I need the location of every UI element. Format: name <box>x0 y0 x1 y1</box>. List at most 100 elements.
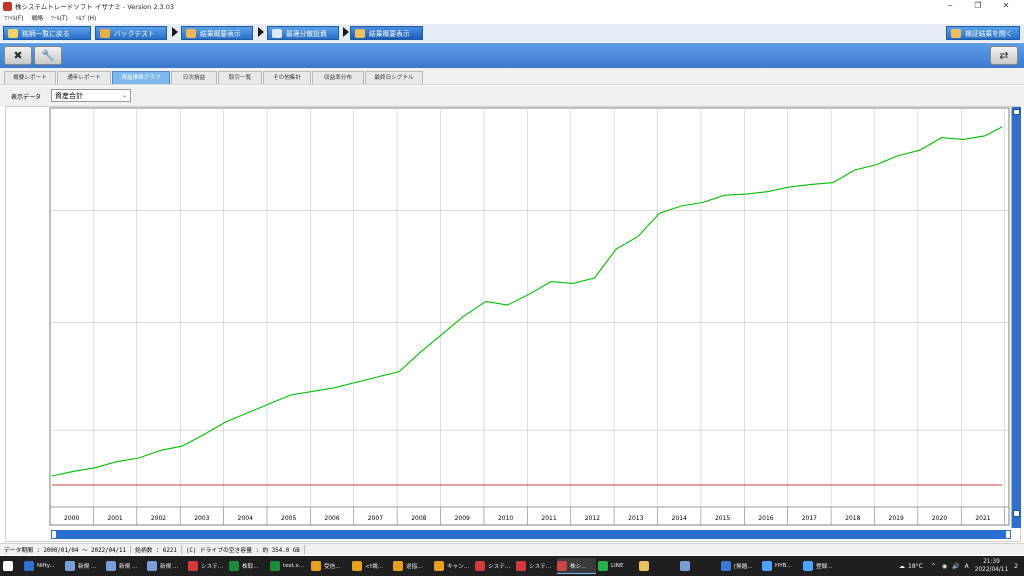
app-icon <box>229 561 239 571</box>
vertical-scrollbar[interactable] <box>1011 107 1021 528</box>
x-tick-label: 2002 <box>151 515 166 522</box>
clock[interactable]: 21:39 2022/04/11 <box>975 558 1008 574</box>
taskbar-item[interactable]: Nifty... <box>24 558 63 574</box>
taskbar-item[interactable]: [無題... <box>721 558 760 574</box>
export-button[interactable]: ⇄ <box>990 46 1018 65</box>
nav-tab-label: 結果概要表示 <box>200 30 241 38</box>
app-icon <box>434 561 444 571</box>
taskbar-item-label: キャン... <box>447 564 470 570</box>
menu-bar: ﾌｧｲﾙ(F) 戦略 ﾂｰﾙ(T) ﾍﾙﾌﾟ(H) <box>0 12 1024 23</box>
taskbar-item[interactable]: 株取... <box>229 558 268 574</box>
nav-tab-back-to-list[interactable]: 銘柄一覧に戻る <box>3 26 91 40</box>
taskbar-item[interactable] <box>680 558 719 574</box>
app-icon <box>639 561 649 571</box>
taskbar-item-label: 株取... <box>242 564 259 570</box>
notification-badge[interactable]: 2 <box>1014 563 1018 570</box>
app-icon <box>352 561 362 571</box>
chart-icon <box>355 29 365 38</box>
menu-strategy[interactable]: 戦略 <box>27 13 47 22</box>
x-tick-label: 2001 <box>107 515 122 522</box>
taskbar-item[interactable]: 登録... <box>803 558 842 574</box>
start-button[interactable] <box>3 558 19 574</box>
close-file-button[interactable]: ✖ <box>4 46 32 65</box>
x-tick-label: 2011 <box>541 515 556 522</box>
taskbar-item-label: 逆指... <box>406 564 423 570</box>
taskbar-item[interactable]: システ... <box>188 558 227 574</box>
app-icon <box>270 561 280 571</box>
app-icon <box>147 561 157 571</box>
nav-tab-result-summary-active[interactable]: 結果概要表示 <box>350 26 423 40</box>
restore-button[interactable]: ❐ <box>964 0 992 12</box>
taskbar-item[interactable]: キャン... <box>434 558 473 574</box>
taskbar-item[interactable]: 新規 ... <box>147 558 186 574</box>
taskbar-item[interactable] <box>639 558 678 574</box>
taskbar-item-label: [無題... <box>734 564 753 570</box>
volume-icon[interactable]: 🔊 <box>952 563 959 570</box>
horizontal-scrollbar[interactable] <box>51 530 1011 539</box>
open-result-button[interactable]: 検証結果を開く <box>946 26 1020 40</box>
x-tick-label: 2014 <box>672 515 687 522</box>
tab-last-day-signal[interactable]: 最終日シグナル <box>365 71 423 84</box>
display-data-select[interactable]: 資産合計 ⌄ <box>51 89 131 102</box>
taskbar-item-label: 登録... <box>816 564 833 570</box>
nav-tab-portfolio-optimization[interactable]: 最適分散投資 <box>267 26 339 40</box>
minimize-button[interactable]: ‒ <box>936 0 964 12</box>
tab-other-stats[interactable]: その他集計 <box>263 71 311 84</box>
settings-button[interactable]: 🔧 <box>34 46 62 65</box>
ime-indicator[interactable]: A <box>965 563 969 570</box>
taskbar-item[interactable]: 株シ... <box>557 558 596 574</box>
taskbar-item-label: 株シ... <box>570 563 587 570</box>
close-button[interactable]: ✕ <box>992 0 1020 12</box>
app-icon <box>516 561 526 571</box>
tray-chevron-icon[interactable]: ^ <box>931 563 936 570</box>
arrow-icon <box>258 27 264 37</box>
taskbar-item[interactable]: 新規 ... <box>65 558 104 574</box>
taskbar-item[interactable]: 受信... <box>311 558 350 574</box>
nav-tab-label: 最適分散投資 <box>286 30 327 38</box>
taskbar-item[interactable]: 逆指... <box>393 558 432 574</box>
cube-icon <box>100 29 110 38</box>
menu-help[interactable]: ﾍﾙﾌﾟ(H) <box>72 13 100 22</box>
window-controls: ‒ ❐ ✕ <box>936 0 1020 12</box>
network-icon[interactable]: ◉ <box>942 563 947 570</box>
report-tabs: 概要レポート 通年レポート 資産推移グラフ 日次損益 取引一覧 その他集計 収益… <box>0 68 1024 85</box>
tab-return-distribution[interactable]: 収益率分布 <box>312 71 364 84</box>
nav-tab-result-summary[interactable]: 結果概要表示 <box>181 26 253 40</box>
menu-file[interactable]: ﾌｧｲﾙ(F) <box>0 13 27 22</box>
tab-daily-pnl[interactable]: 日次損益 <box>171 71 217 84</box>
tab-equity-graph[interactable]: 資産推移グラフ <box>112 71 170 84</box>
taskbar-item[interactable]: LINE <box>598 558 637 574</box>
x-tick-label: 2018 <box>845 515 860 522</box>
scroll-left-handle[interactable] <box>52 531 56 538</box>
app-icon <box>721 561 731 571</box>
status-disk-space: (C) ドライブの空き容量 : 約 354.0 GB <box>182 545 305 554</box>
scroll-right-handle[interactable] <box>1006 531 1010 538</box>
taskbar-item[interactable]: システ... <box>475 558 514 574</box>
menu-tools[interactable]: ﾂｰﾙ(T) <box>47 13 72 22</box>
taskbar-item[interactable]: 新規 ... <box>106 558 145 574</box>
scroll-top-handle[interactable] <box>1013 109 1020 115</box>
taskbar-item-label: 新規 ... <box>119 564 138 570</box>
chevron-down-icon: ⌄ <box>121 92 127 99</box>
app-icon <box>680 561 690 571</box>
x-tick-label: 2004 <box>238 515 253 522</box>
tab-summary-report[interactable]: 概要レポート <box>4 71 56 84</box>
windows-taskbar: Nifty... 新規 ... 新規 ... 新規 ... システ... 株取... tes… <box>0 556 1024 576</box>
x-tick-label: 2010 <box>498 515 513 522</box>
tab-annual-report[interactable]: 通年レポート <box>57 71 111 84</box>
display-data-value: 資産合計 <box>55 92 83 100</box>
nav-tab-backtest[interactable]: バックテスト <box>95 26 167 40</box>
taskbar-item[interactable]: test.x... <box>270 558 309 574</box>
taskbar-item[interactable]: HYB... <box>762 558 801 574</box>
x-tick-label: 2009 <box>455 515 470 522</box>
taskbar-item[interactable]: システ... <box>516 558 555 574</box>
taskbar-item[interactable]: <ﾓ眺... <box>352 558 391 574</box>
x-tick-label: 2019 <box>889 515 904 522</box>
x-tick-label: 2003 <box>194 515 209 522</box>
display-data-row: 表示データ 資産合計 ⌄ <box>0 86 1024 106</box>
nav-tab-label: 銘柄一覧に戻る <box>22 30 70 38</box>
result-icon <box>186 29 196 38</box>
weather-icon: ☁ <box>899 562 906 570</box>
tab-trade-list[interactable]: 取引一覧 <box>218 71 262 84</box>
scroll-bottom-handle[interactable] <box>1013 510 1020 517</box>
